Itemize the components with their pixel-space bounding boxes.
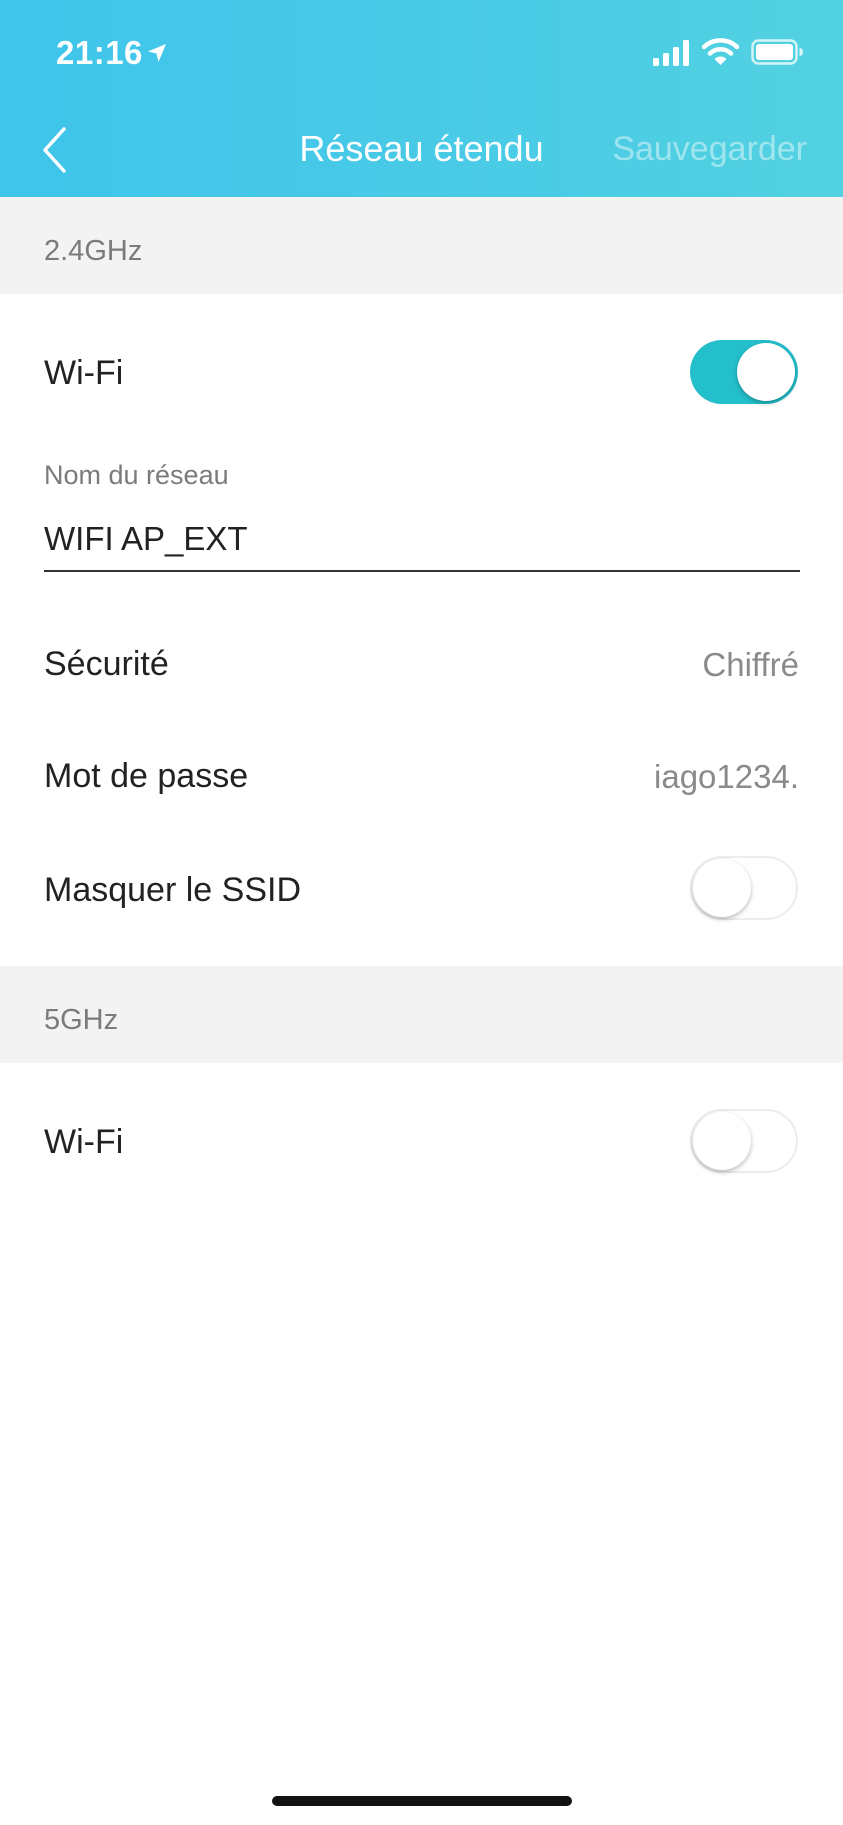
status-time: 21:16 xyxy=(56,34,143,71)
battery-icon xyxy=(751,39,803,65)
wifi-24-toggle[interactable] xyxy=(690,340,798,404)
network-name-input[interactable]: WIFI AP_EXT xyxy=(44,512,800,572)
hide-ssid-toggle[interactable] xyxy=(690,856,798,920)
wifi-5-label: Wi-Fi xyxy=(44,1123,124,1161)
security-value[interactable]: Chiffré xyxy=(702,646,799,684)
password-value[interactable]: iago1234. xyxy=(654,758,799,796)
location-arrow-icon xyxy=(148,44,166,62)
wifi-signal-icon xyxy=(702,38,739,65)
hide-ssid-label: Masquer le SSID xyxy=(44,871,301,909)
toggle-knob xyxy=(693,859,751,917)
page-title: Réseau étendu xyxy=(299,128,544,169)
chevron-left-icon xyxy=(43,127,66,173)
cellular-signal-icon xyxy=(653,40,689,66)
toggle-knob xyxy=(693,1112,751,1170)
network-name-label: Nom du réseau xyxy=(44,460,229,490)
save-button[interactable]: Sauvegarder xyxy=(612,130,807,169)
network-name-value: WIFI AP_EXT xyxy=(44,520,248,557)
security-label: Sécurité xyxy=(44,645,169,683)
password-label: Mot de passe xyxy=(44,757,249,795)
section-header-5ghz: 5GHz xyxy=(0,966,843,1063)
section-header-2-4ghz: 2.4GHz xyxy=(0,197,843,294)
home-indicator xyxy=(272,1796,572,1806)
section-title-2-4ghz: 2.4GHz xyxy=(44,235,143,267)
top-bar: 21:16 Réseau étendu Sauvegarder xyxy=(0,0,843,197)
toggle-knob xyxy=(737,343,795,401)
section-title-5ghz: 5GHz xyxy=(44,1004,119,1036)
wifi-24-label: Wi-Fi xyxy=(44,354,124,392)
back-button[interactable] xyxy=(30,118,78,182)
wifi-5-toggle[interactable] xyxy=(690,1109,798,1173)
